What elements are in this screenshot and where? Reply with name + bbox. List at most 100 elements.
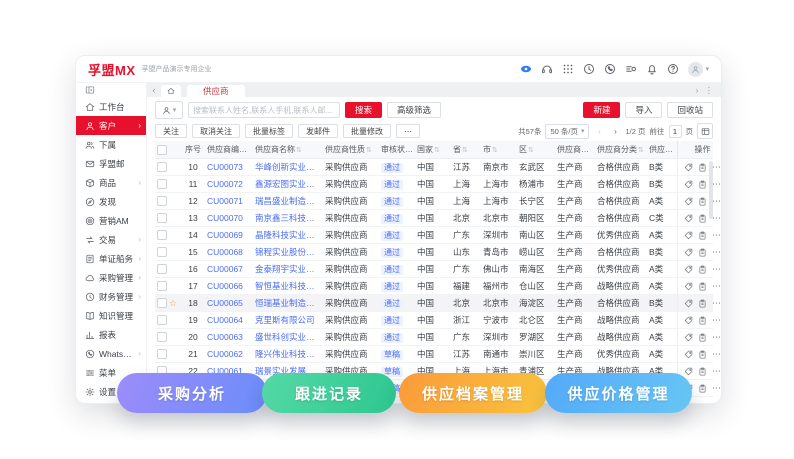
cell-code[interactable]: CU00068 (205, 247, 253, 257)
page-size-select[interactable]: 50 条/页▾ (545, 124, 589, 139)
sort-icon[interactable]: ⇅ (492, 147, 498, 154)
toolbar-button-0[interactable]: 关注 (155, 124, 187, 138)
detail-action-button[interactable] (698, 247, 707, 257)
sidebar-item-8[interactable]: 单证船务› (76, 249, 146, 268)
cell-name[interactable]: 瑞昌盛业制造公司 (253, 195, 323, 207)
column-header[interactable]: 市⇅ (481, 144, 517, 155)
cell-name[interactable]: 智恒基业科技实业 (253, 280, 323, 292)
sort-icon[interactable]: ⇅ (296, 147, 302, 154)
row-checkbox[interactable] (157, 298, 167, 308)
tab-scroll-right-button[interactable]: › (696, 85, 699, 95)
table-row[interactable]: 20CU00063盛世科创实业公司采购供应商通过中国广东深圳市罗湖区生产商战略供… (155, 329, 713, 346)
detail-action-button[interactable] (698, 332, 707, 342)
column-header[interactable]: 供应商名称⇅ (253, 144, 323, 155)
tag-action-button[interactable] (684, 230, 693, 240)
sidebar-item-0[interactable]: 工作台 (76, 97, 146, 116)
feature-badge-2[interactable]: 供应档案管理 (399, 373, 547, 413)
tab-home-button[interactable] (161, 85, 181, 97)
table-row[interactable]: 15CU00068锦程实业股份公司采购供应商通过中国山东青岛市崂山区生产商合格供… (155, 244, 713, 261)
tag-action-button[interactable] (684, 332, 693, 342)
sort-icon[interactable]: ⇅ (638, 147, 644, 154)
cell-name[interactable]: 鑫源宏图实业集团 (253, 178, 323, 190)
tab-supplier[interactable]: 供应商 (187, 85, 245, 97)
feature-badge-0[interactable]: 采购分析 (117, 373, 267, 413)
sidebar-item-3[interactable]: 孚盟邮 (76, 154, 146, 173)
cell-code[interactable]: CU00065 (205, 298, 253, 308)
topbar-bell-button[interactable] (646, 60, 658, 78)
next-page-button[interactable]: › (609, 125, 621, 138)
tag-action-button[interactable] (684, 213, 693, 223)
table-row[interactable]: 13CU00070南京鑫三科技有限...采购供应商通过中国北京北京市朝阳区生产商… (155, 210, 713, 227)
detail-action-button[interactable] (698, 366, 707, 376)
toolbar-button-3[interactable]: 发邮件 (298, 124, 338, 138)
table-row[interactable]: 16CU00067金泰翔宇实业集团采购供应商通过中国广东佛山市南海区生产商优秀供… (155, 261, 713, 278)
cell-code[interactable]: CU00066 (205, 281, 253, 291)
tab-back-button[interactable]: ‹ (147, 83, 161, 97)
cell-code[interactable]: CU00072 (205, 179, 253, 189)
cell-name[interactable]: 华峰创新实业有限... (253, 161, 323, 173)
cell-code[interactable]: CU00073 (205, 162, 253, 172)
column-header[interactable]: 审核状态⇅ (379, 144, 415, 155)
tag-action-button[interactable] (684, 162, 693, 172)
more-actions-button[interactable]: ⋯ (712, 299, 721, 308)
more-actions-button[interactable]: ⋯ (712, 333, 721, 342)
table-row[interactable]: 10CU00073华峰创新实业有限...采购供应商通过中国江苏南京市玄武区生产商… (155, 159, 713, 176)
table-row[interactable]: 19CU00064克里斯有限公司采购供应商通过中国浙江宁波市北仑区生产商战略供应… (155, 312, 713, 329)
vertical-scrollbar[interactable] (709, 161, 713, 219)
column-header[interactable]: 国家⇅ (415, 144, 451, 155)
row-checkbox[interactable] (157, 281, 167, 291)
column-header[interactable]: 供应商类型⇅ (555, 144, 595, 155)
row-checkbox[interactable] (157, 179, 167, 189)
topbar-flow-button[interactable] (625, 60, 637, 78)
cell-name[interactable]: 锦程实业股份公司 (253, 246, 323, 258)
toolbar-button-4[interactable]: 批量修改 (343, 124, 391, 138)
table-row[interactable]: 21CU00062隆兴伟业科技实业采购供应商草稿中国江苏南通市崇川区生产商优秀供… (155, 346, 713, 363)
more-actions-button[interactable]: ⋯ (712, 316, 721, 325)
select-all-checkbox[interactable] (157, 145, 167, 155)
cell-code[interactable]: CU00063 (205, 332, 253, 342)
sort-icon[interactable]: ⇅ (434, 147, 440, 154)
more-actions-button[interactable]: ⋯ (712, 350, 721, 359)
goto-page-input[interactable] (669, 125, 682, 138)
column-header[interactable]: 操作 (677, 141, 722, 158)
table-row[interactable]: ☆18CU00065恒瑞基业制造有限...采购供应商通过中国北京北京市海淀区生产… (155, 295, 713, 312)
table-row[interactable]: 11CU00072鑫源宏图实业集团采购供应商通过中国上海上海市杨浦市生产商合格供… (155, 176, 713, 193)
row-checkbox[interactable] (157, 332, 167, 342)
topbar-grid-button[interactable] (562, 60, 574, 78)
tag-action-button[interactable] (684, 247, 693, 257)
recycle-bin-button[interactable]: 回收站 (667, 102, 713, 118)
column-header[interactable]: 供应商性质⇅ (323, 144, 379, 155)
tag-action-button[interactable] (684, 298, 693, 308)
feature-badge-3[interactable]: 供应价格管理 (545, 373, 692, 413)
topbar-whatsapp-button[interactable] (604, 60, 616, 78)
toolbar-more-button[interactable]: ⋯ (396, 124, 420, 138)
cell-name[interactable]: 隆兴伟业科技实业 (253, 348, 323, 360)
detail-action-button[interactable] (698, 281, 707, 291)
column-header[interactable]: 区⇅ (517, 144, 555, 155)
search-input[interactable] (188, 102, 340, 118)
topbar-eye-button[interactable] (520, 60, 532, 78)
cell-name[interactable]: 晶隆科技实业发展... (253, 229, 323, 241)
detail-action-button[interactable] (698, 230, 707, 240)
cell-name[interactable]: 克里斯有限公司 (253, 314, 323, 326)
row-checkbox[interactable] (157, 162, 167, 172)
detail-action-button[interactable] (698, 264, 707, 274)
cell-code[interactable]: CU00069 (205, 230, 253, 240)
cell-code[interactable]: CU00067 (205, 264, 253, 274)
tab-more-button[interactable]: ⋮ (705, 85, 714, 96)
search-type-select[interactable]: ▾ (155, 101, 183, 119)
more-actions-button[interactable]: ⋯ (712, 265, 721, 274)
sidebar-item-2[interactable]: 下属 (76, 135, 146, 154)
cell-code[interactable]: CU00070 (205, 213, 253, 223)
topbar-help-button[interactable] (667, 60, 679, 78)
detail-action-button[interactable] (698, 315, 707, 325)
import-button[interactable]: 导入 (625, 102, 662, 118)
sidebar-item-7[interactable]: 交易› (76, 230, 146, 249)
feature-badge-1[interactable]: 跟进记录 (262, 373, 396, 413)
detail-action-button[interactable] (698, 162, 707, 172)
cell-name[interactable]: 盛世科创实业公司 (253, 331, 323, 343)
tag-action-button[interactable] (684, 281, 693, 291)
column-header[interactable]: 供应商编号⇅ (205, 144, 253, 155)
more-actions-button[interactable]: ⋯ (712, 384, 721, 393)
tag-action-button[interactable] (684, 179, 693, 189)
